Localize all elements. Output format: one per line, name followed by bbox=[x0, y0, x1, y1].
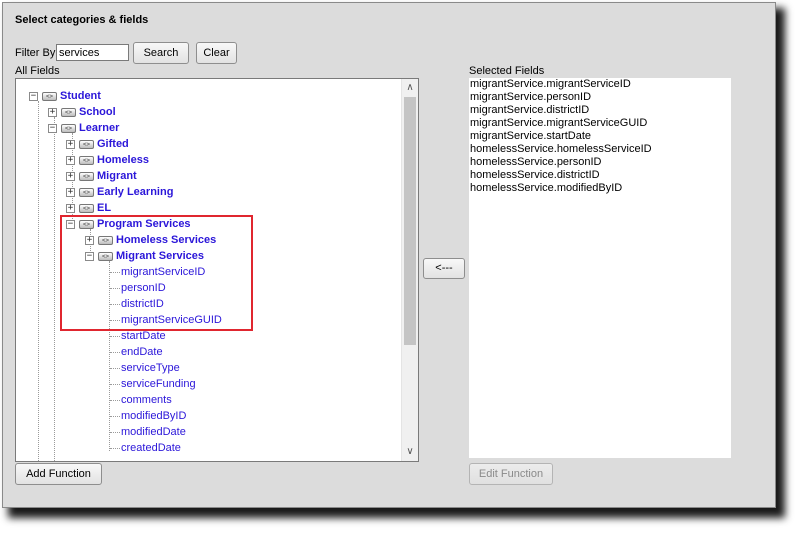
tree-field[interactable]: createdDate bbox=[121, 440, 181, 456]
tree-field[interactable]: serviceType bbox=[121, 360, 180, 376]
tree-field[interactable]: serviceFunding bbox=[121, 376, 196, 392]
dialog-title: Select categories & fields bbox=[15, 14, 149, 26]
expand-icon[interactable]: + bbox=[66, 203, 75, 213]
selected-field-item[interactable]: migrantService.startDate bbox=[470, 130, 591, 142]
selected-field-item[interactable]: homelessService.homelessServiceID bbox=[470, 143, 652, 155]
node-label[interactable]: School bbox=[79, 106, 116, 118]
tree-node-migrant[interactable]: + <> Migrant bbox=[66, 168, 137, 184]
node-label[interactable]: Migrant bbox=[97, 170, 137, 182]
node-label[interactable]: Early Learning bbox=[97, 186, 173, 198]
tree-node-student[interactable]: − <> Student bbox=[29, 88, 101, 104]
field-label[interactable]: comments bbox=[121, 394, 172, 406]
selected-field-item[interactable]: migrantService.migrantServiceID bbox=[470, 78, 631, 90]
selected-field-item[interactable]: homelessService.districtID bbox=[470, 169, 600, 181]
add-function-button[interactable]: Add Function bbox=[15, 463, 102, 485]
filter-label: Filter By bbox=[15, 47, 56, 59]
tree-node-early-learning[interactable]: + <> Early Learning bbox=[66, 184, 173, 200]
field-label[interactable]: serviceType bbox=[121, 362, 180, 374]
tree-field[interactable]: comments bbox=[121, 392, 172, 408]
tree-connector bbox=[110, 384, 120, 385]
expand-icon[interactable]: + bbox=[48, 107, 57, 117]
folder-icon: <> bbox=[79, 139, 94, 149]
edit-function-button[interactable]: Edit Function bbox=[469, 463, 553, 485]
tree-content: − <> Student + <> School − <> Learner + … bbox=[16, 79, 402, 461]
tree-guide-line bbox=[38, 101, 39, 461]
folder-icon: <> bbox=[61, 123, 76, 133]
selected-field-item[interactable]: migrantService.migrantServiceGUID bbox=[470, 117, 647, 129]
collapse-icon[interactable]: − bbox=[29, 91, 38, 101]
node-label[interactable]: Gifted bbox=[97, 138, 129, 150]
folder-icon: <> bbox=[79, 155, 94, 165]
collapse-icon[interactable]: − bbox=[48, 123, 57, 133]
selected-field-item[interactable]: homelessService.personID bbox=[470, 156, 601, 168]
filter-input[interactable] bbox=[56, 44, 129, 61]
folder-icon: <> bbox=[42, 91, 57, 101]
folder-icon: <> bbox=[61, 107, 76, 117]
tree-node-homeless[interactable]: + <> Homeless bbox=[66, 152, 149, 168]
tree-connector bbox=[110, 352, 120, 353]
node-label[interactable]: Homeless bbox=[97, 154, 149, 166]
tree-connector bbox=[110, 416, 120, 417]
expand-icon[interactable]: + bbox=[66, 139, 75, 149]
tree-scrollbar[interactable]: ∧ ∨ bbox=[401, 79, 418, 461]
node-label[interactable]: Learner bbox=[79, 122, 119, 134]
scroll-thumb[interactable] bbox=[404, 97, 416, 345]
field-label[interactable]: startDate bbox=[121, 330, 166, 342]
search-button[interactable]: Search bbox=[133, 42, 189, 64]
node-label[interactable]: EL bbox=[97, 202, 111, 214]
selected-field-item[interactable]: migrantService.districtID bbox=[470, 104, 589, 116]
selected-fields-list[interactable]: migrantService.migrantServiceID migrantS… bbox=[469, 78, 731, 458]
tree-connector bbox=[110, 448, 120, 449]
tree-field[interactable]: modifiedDate bbox=[121, 424, 186, 440]
tree-connector bbox=[110, 336, 120, 337]
tree-field[interactable]: endDate bbox=[121, 344, 163, 360]
folder-icon: <> bbox=[79, 203, 94, 213]
clear-button[interactable]: Clear bbox=[196, 42, 237, 64]
selected-field-item[interactable]: migrantService.personID bbox=[470, 91, 591, 103]
expand-icon[interactable]: + bbox=[66, 187, 75, 197]
tree-field[interactable]: modifiedByID bbox=[121, 408, 186, 424]
field-label[interactable]: serviceFunding bbox=[121, 378, 196, 390]
field-label[interactable]: createdDate bbox=[121, 442, 181, 454]
all-fields-tree[interactable]: − <> Student + <> School − <> Learner + … bbox=[15, 78, 419, 462]
field-label[interactable]: modifiedDate bbox=[121, 426, 186, 438]
select-fields-dialog: Select categories & fields Filter By Sea… bbox=[2, 2, 776, 508]
tree-connector bbox=[110, 432, 120, 433]
folder-icon: <> bbox=[79, 171, 94, 181]
remove-field-button[interactable]: <--- bbox=[423, 258, 465, 279]
all-fields-label: All Fields bbox=[15, 65, 60, 77]
field-label[interactable]: endDate bbox=[121, 346, 163, 358]
selected-field-item[interactable]: homelessService.modifiedByID bbox=[470, 182, 622, 194]
tree-node-gifted[interactable]: + <> Gifted bbox=[66, 136, 129, 152]
field-label[interactable]: modifiedByID bbox=[121, 410, 186, 422]
selected-fields-label: Selected Fields bbox=[469, 65, 545, 77]
folder-icon: <> bbox=[79, 187, 94, 197]
tree-node-school[interactable]: + <> School bbox=[48, 104, 116, 120]
expand-icon[interactable]: + bbox=[66, 155, 75, 165]
chevron-down-icon[interactable]: ∨ bbox=[402, 444, 418, 460]
tree-connector bbox=[110, 400, 120, 401]
node-label[interactable]: Student bbox=[60, 90, 101, 102]
tree-node-el[interactable]: + <> EL bbox=[66, 200, 111, 216]
chevron-up-icon[interactable]: ∧ bbox=[402, 80, 418, 96]
expand-icon[interactable]: + bbox=[66, 171, 75, 181]
tree-connector bbox=[110, 368, 120, 369]
tree-guide-line bbox=[54, 117, 55, 461]
highlight-box bbox=[60, 215, 253, 331]
tree-node-learner[interactable]: − <> Learner bbox=[48, 120, 119, 136]
